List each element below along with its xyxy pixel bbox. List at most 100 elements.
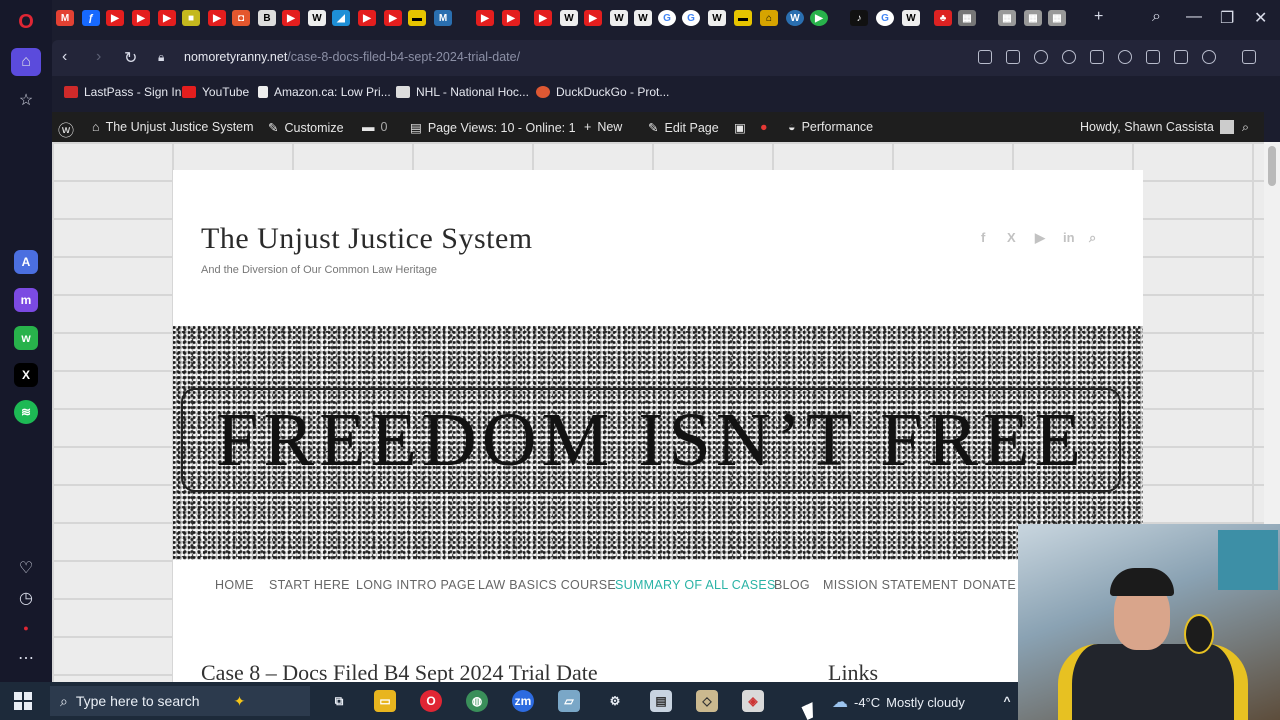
menu-item-law-basics[interactable]: LAW BASICS COURSE bbox=[478, 578, 616, 592]
settings-gear-icon[interactable]: ⚙ bbox=[604, 690, 626, 712]
tab-icon[interactable]: ▦ bbox=[1024, 10, 1042, 26]
tab-gmail-icon[interactable]: M bbox=[56, 10, 74, 26]
tab-icon[interactable]: ƒ bbox=[82, 10, 100, 26]
wp-site-name[interactable]: ⌂ The Unjust Justice System bbox=[92, 120, 254, 134]
linkedin-icon[interactable]: in bbox=[1063, 230, 1075, 245]
chevron-up-icon[interactable]: ^ bbox=[996, 690, 1018, 712]
tab-wikipedia-icon[interactable]: W bbox=[610, 10, 628, 26]
tab-youtube-icon[interactable]: ▶ bbox=[208, 10, 226, 26]
record-icon[interactable]: ● bbox=[11, 614, 41, 642]
tab-icon[interactable]: ⌂ bbox=[760, 10, 778, 26]
app-icon[interactable]: ◈ bbox=[742, 690, 764, 712]
tab-google-icon[interactable]: G bbox=[658, 10, 676, 26]
wp-page-views[interactable]: ▤ Page Views: 10 - Online: 1 bbox=[410, 120, 576, 136]
profile-icon[interactable] bbox=[1202, 50, 1216, 64]
tab-icon[interactable]: ▬ bbox=[408, 10, 426, 26]
bookmark-amazon[interactable]: Amazon.ca: Low Pri... bbox=[258, 85, 391, 99]
wp-edit-page[interactable]: ✎ Edit Page bbox=[648, 120, 719, 136]
tab-icon[interactable]: ■ bbox=[182, 10, 200, 26]
bookmark-youtube[interactable]: YouTube bbox=[182, 85, 249, 99]
youtube-icon[interactable]: ▶ bbox=[1035, 230, 1045, 246]
close-window-icon[interactable]: ✕ bbox=[1254, 8, 1267, 28]
home-icon[interactable]: ⌂ bbox=[11, 48, 41, 76]
file-explorer-icon[interactable]: ▭ bbox=[374, 690, 396, 712]
zoom-icon[interactable]: zm bbox=[512, 690, 534, 712]
bookmark-duckduckgo[interactable]: DuckDuckGo - Prot... bbox=[536, 85, 669, 99]
wp-new[interactable]: + New bbox=[584, 120, 622, 134]
tab-youtube-icon[interactable]: ▶ bbox=[106, 10, 124, 26]
tab-google-icon[interactable]: G bbox=[682, 10, 700, 26]
tab-wikipedia-icon[interactable]: W bbox=[308, 10, 326, 26]
search-tabs-icon[interactable]: ⌕ bbox=[1152, 8, 1161, 26]
aria-app-icon[interactable]: A bbox=[11, 248, 41, 276]
easy-setup-icon[interactable] bbox=[1174, 50, 1188, 64]
menu-item-home[interactable]: HOME bbox=[215, 578, 254, 592]
bookmark-nhl[interactable]: NHL - National Hoc... bbox=[396, 85, 529, 99]
site-title[interactable]: The Unjust Justice System bbox=[201, 222, 533, 256]
messenger-icon[interactable]: m bbox=[11, 286, 41, 314]
bookmark-lastpass[interactable]: LastPass - Sign In bbox=[64, 85, 181, 99]
wp-comments[interactable]: ▬ 0 bbox=[362, 120, 387, 134]
app-icon[interactable]: ◇ bbox=[696, 690, 718, 712]
menu-item-blog[interactable]: BLOG bbox=[774, 578, 810, 592]
tab-icon[interactable]: M bbox=[434, 10, 452, 26]
maximize-icon[interactable]: ❐ bbox=[1220, 8, 1234, 28]
globe-icon[interactable]: ◍ bbox=[466, 690, 488, 712]
minimize-icon[interactable]: — bbox=[1186, 8, 1202, 26]
heart-icon[interactable] bbox=[1118, 50, 1132, 64]
wordpress-logo-icon[interactable]: ⓦ bbox=[58, 117, 74, 141]
tab-icon[interactable]: ▦ bbox=[958, 10, 976, 26]
tab-youtube-icon[interactable]: ▶ bbox=[132, 10, 150, 26]
tab-tiktok-icon[interactable]: ♪ bbox=[850, 10, 868, 26]
tab-youtube-icon[interactable]: ▶ bbox=[358, 10, 376, 26]
camera-icon[interactable] bbox=[1034, 50, 1048, 64]
weather-widget[interactable]: ☁ -4°C Mostly cloudy bbox=[832, 692, 965, 712]
tab-active-icon[interactable]: ▦ bbox=[1048, 10, 1066, 26]
tab-youtube-icon[interactable]: ▶ bbox=[584, 10, 602, 26]
scroll-thumb[interactable] bbox=[1268, 146, 1276, 186]
tab-youtube-icon[interactable]: ▶ bbox=[158, 10, 176, 26]
tab-youtube-icon[interactable]: ▶ bbox=[282, 10, 300, 26]
tab-icon[interactable]: ▦ bbox=[998, 10, 1016, 26]
tab-rumble-icon[interactable]: ▶ bbox=[810, 10, 828, 26]
tab-icon[interactable]: B bbox=[258, 10, 276, 26]
tab-youtube-icon[interactable]: ▶ bbox=[384, 10, 402, 26]
tab-google-icon[interactable]: G bbox=[876, 10, 894, 26]
lock-icon[interactable]: 🔒︎ bbox=[158, 50, 164, 65]
tab-telegram-icon[interactable]: ◢ bbox=[332, 10, 350, 26]
shield-icon[interactable] bbox=[1062, 50, 1076, 64]
taskbar-search-box[interactable]: ⌕ Type here to search ✦ bbox=[50, 686, 310, 716]
menu-item-long-intro[interactable]: LONG INTRO PAGE bbox=[356, 578, 476, 592]
status-dot-icon[interactable]: ● bbox=[760, 120, 768, 134]
menu-item-start-here[interactable]: START HERE bbox=[269, 578, 350, 592]
edit-icon[interactable] bbox=[1006, 50, 1020, 64]
tab-wikipedia-icon[interactable]: W bbox=[634, 10, 652, 26]
menu-item-summary-of-cases[interactable]: SUMMARY OF ALL CASES bbox=[615, 578, 776, 592]
tab-icon[interactable]: ▬ bbox=[734, 10, 752, 26]
tab-wikipedia-icon[interactable]: W bbox=[902, 10, 920, 26]
wp-customize[interactable]: ✎ Customize bbox=[268, 120, 344, 136]
back-icon[interactable]: ‹ bbox=[62, 48, 67, 66]
wp-howdy[interactable]: Howdy, Shawn Cassista bbox=[1080, 120, 1234, 134]
play-icon[interactable] bbox=[1090, 50, 1104, 64]
heart-icon[interactable]: ♡ bbox=[11, 554, 41, 582]
menu-item-donate[interactable]: DONATE bbox=[963, 578, 1016, 592]
x-twitter-icon[interactable]: X bbox=[1007, 230, 1016, 245]
x-twitter-icon[interactable]: X bbox=[11, 361, 41, 389]
tab-icon[interactable]: ◘ bbox=[232, 10, 250, 26]
search-icon[interactable]: ⌕ bbox=[1089, 230, 1096, 246]
facebook-icon[interactable]: f bbox=[981, 230, 985, 245]
seo-icon[interactable]: ▣ bbox=[734, 120, 746, 135]
wp-search-icon[interactable]: ⌕ bbox=[1242, 120, 1249, 135]
tab-youtube-icon[interactable]: ▶ bbox=[534, 10, 552, 26]
tab-youtube-icon[interactable]: ▶ bbox=[502, 10, 520, 26]
reload-icon[interactable]: ↻ bbox=[124, 48, 137, 68]
app-icon[interactable]: ▱ bbox=[558, 690, 580, 712]
bookmark-star-icon[interactable]: ☆ bbox=[11, 86, 41, 114]
download-icon[interactable] bbox=[1146, 50, 1160, 64]
menu-item-mission-statement[interactable]: MISSION STATEMENT bbox=[823, 578, 958, 592]
extensions-cube-icon[interactable] bbox=[1242, 50, 1256, 64]
whatsapp-icon[interactable]: w bbox=[11, 324, 41, 352]
spotify-icon[interactable]: ≋ bbox=[11, 398, 41, 426]
tab-youtube-icon[interactable]: ▶ bbox=[476, 10, 494, 26]
